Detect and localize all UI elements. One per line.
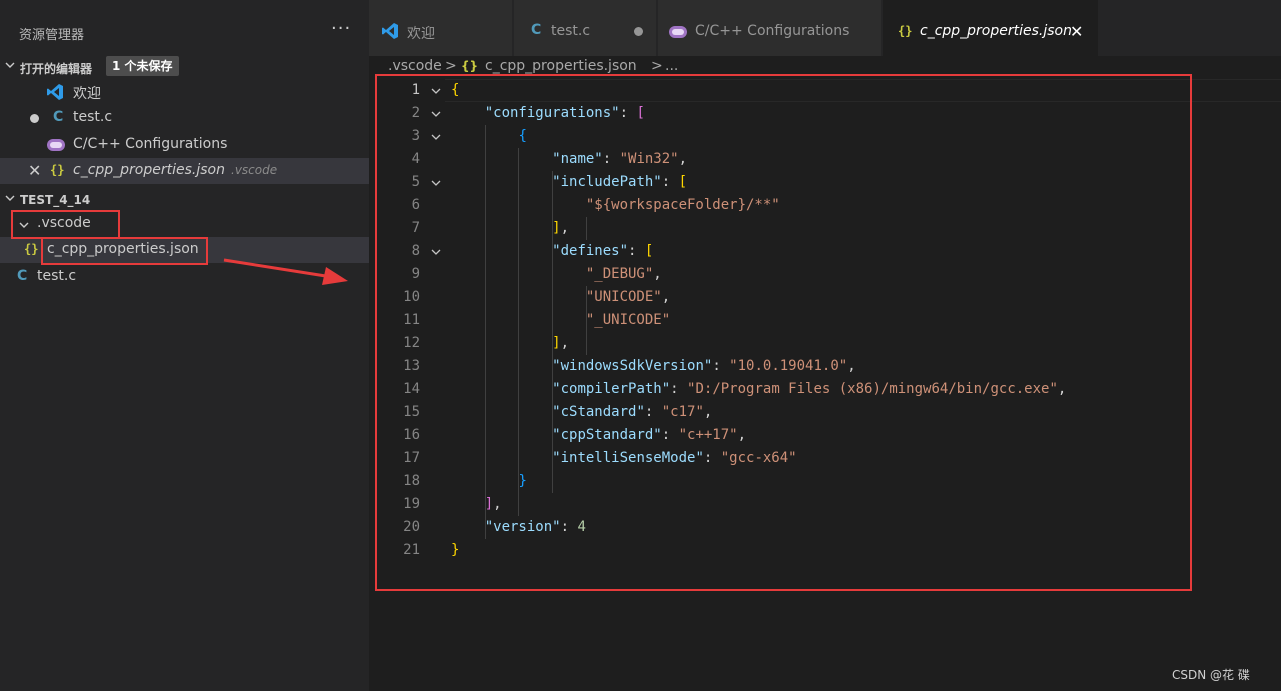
chevron-down-icon bbox=[5, 62, 15, 68]
vscode-icon bbox=[47, 84, 63, 100]
breadcrumb-separator: > bbox=[445, 58, 457, 74]
tab-label: test.c bbox=[551, 23, 591, 39]
annotation-box-editor bbox=[375, 74, 1192, 591]
unsaved-dot-icon[interactable] bbox=[634, 27, 643, 36]
file-label: test.c bbox=[37, 268, 77, 284]
workspace-label: TEST_4_14 bbox=[20, 193, 91, 207]
open-editor-label: C/C++ Configurations bbox=[73, 136, 228, 152]
open-editor-item-cpp-properties[interactable]: ✕ {} c_cpp_properties.json .vscode bbox=[0, 158, 369, 184]
open-editor-label: 欢迎 bbox=[73, 86, 101, 102]
vscode-icon bbox=[382, 23, 398, 39]
unsaved-badge: 1 个未保存 bbox=[106, 56, 179, 76]
open-editors-section-header[interactable]: 打开的编辑器 1 个未保存 bbox=[0, 55, 369, 79]
c-file-icon: C bbox=[531, 22, 542, 38]
explorer-title: 资源管理器 bbox=[19, 28, 85, 43]
tab-label: C/C++ Configurations bbox=[695, 23, 850, 39]
workspace-section-header[interactable]: TEST_4_14 bbox=[0, 188, 369, 212]
breadcrumb-separator: > bbox=[651, 58, 663, 74]
chevron-down-icon bbox=[5, 195, 15, 201]
breadcrumb-folder[interactable]: .vscode bbox=[388, 58, 442, 74]
tab-welcome[interactable]: 欢迎 bbox=[369, 0, 513, 56]
annotation-box-folder bbox=[11, 210, 120, 239]
open-editor-item-test-c[interactable]: C test.c bbox=[0, 105, 369, 131]
json-icon: {} bbox=[50, 163, 65, 177]
annotation-arrow-icon bbox=[223, 258, 348, 285]
tab-label: c_cpp_properties.json bbox=[920, 23, 1072, 39]
json-icon: {} bbox=[898, 24, 913, 38]
tab-cpp-properties[interactable]: {} c_cpp_properties.json ✕ bbox=[883, 0, 1099, 56]
more-actions-icon[interactable]: ··· bbox=[331, 18, 351, 39]
tab-label: 欢迎 bbox=[407, 26, 435, 42]
open-editor-label-wrap: c_cpp_properties.json .vscode bbox=[73, 162, 277, 178]
explorer-sidebar: 资源管理器 ··· 打开的编辑器 1 个未保存 欢迎 C test.c C/C+… bbox=[0, 0, 369, 691]
json-icon: {} bbox=[461, 59, 479, 73]
c-file-icon: C bbox=[53, 109, 64, 125]
open-editor-description: .vscode bbox=[231, 163, 278, 177]
annotation-box-file bbox=[41, 237, 208, 265]
open-editor-label: test.c bbox=[73, 109, 113, 125]
close-icon[interactable]: ✕ bbox=[28, 161, 41, 180]
watermark: CSDN @花 碟 bbox=[1172, 668, 1250, 682]
cpp-config-icon bbox=[47, 139, 65, 151]
breadcrumb-file[interactable]: c_cpp_properties.json bbox=[485, 58, 637, 74]
open-editor-item-welcome[interactable]: 欢迎 bbox=[0, 79, 369, 105]
editor-tab-bar: 欢迎 C test.c C/C++ Configurations {} c_cp… bbox=[369, 0, 1281, 56]
tab-cpp-config[interactable]: C/C++ Configurations bbox=[658, 0, 882, 56]
open-editor-label: c_cpp_properties.json bbox=[73, 162, 225, 178]
breadcrumb-more[interactable]: ... bbox=[665, 58, 678, 74]
open-editor-item-cpp-config[interactable]: C/C++ Configurations bbox=[0, 132, 369, 158]
unsaved-dot-icon[interactable] bbox=[30, 114, 39, 123]
open-editors-label: 打开的编辑器 bbox=[20, 62, 93, 76]
close-icon[interactable]: ✕ bbox=[1070, 22, 1083, 41]
json-icon: {} bbox=[24, 242, 39, 256]
cpp-config-icon bbox=[669, 26, 687, 38]
tab-test-c[interactable]: C test.c bbox=[514, 0, 657, 56]
explorer-header: 资源管理器 ··· bbox=[0, 0, 369, 58]
c-file-icon: C bbox=[17, 268, 28, 284]
